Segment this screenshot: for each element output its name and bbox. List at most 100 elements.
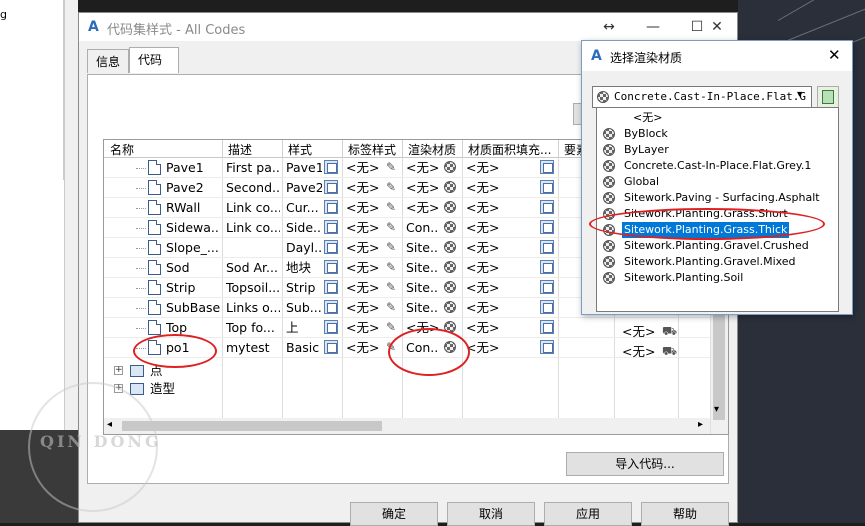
feature-cell[interactable]: <无> ⛟ xyxy=(618,322,678,342)
cell-description[interactable]: Sod Ar... xyxy=(226,259,280,277)
material-option[interactable]: Concrete.Cast-In-Place.Flat.Grey.1 xyxy=(597,158,838,174)
popup-title-bar[interactable]: A 选择渲染材质 ✕ xyxy=(582,41,852,71)
cell-description[interactable] xyxy=(226,239,280,257)
cell-style[interactable]: Pave2 xyxy=(286,179,322,197)
edit-pen-icon[interactable]: ✎ xyxy=(386,300,396,314)
material-option[interactable]: Global xyxy=(597,174,838,190)
cell-area-fill[interactable]: <无> xyxy=(466,259,506,277)
cell-render-material[interactable]: <无> xyxy=(406,159,438,177)
cell-area-fill[interactable]: <无> xyxy=(466,159,506,177)
cell-area-fill[interactable]: <无> xyxy=(466,279,506,297)
ok-button[interactable]: 确定 xyxy=(350,502,438,526)
edit-pen-icon[interactable]: ✎ xyxy=(386,320,396,334)
material-icon[interactable] xyxy=(444,261,456,273)
cell-area-fill[interactable]: <无> xyxy=(466,299,506,317)
edit-pen-icon[interactable]: ✎ xyxy=(386,240,396,254)
truck-icon[interactable]: ⛟ xyxy=(662,344,677,360)
cell-render-material[interactable]: Site... xyxy=(406,299,438,317)
cell-name[interactable]: Pave2 xyxy=(166,179,220,197)
tree-node-shape[interactable]: + 造型 xyxy=(112,380,312,398)
column-header-name[interactable]: 名称 xyxy=(110,141,134,158)
material-option[interactable]: Sitework.Planting.Gravel.Crushed xyxy=(597,238,838,254)
material-icon[interactable] xyxy=(444,201,456,213)
cell-description[interactable]: Second... xyxy=(226,179,280,197)
fill-picker-icon[interactable] xyxy=(540,200,554,214)
cell-label-style[interactable]: <无> xyxy=(346,319,382,337)
cell-style[interactable]: 上 xyxy=(286,319,322,337)
cell-render-material[interactable]: <无> xyxy=(406,179,438,197)
truck-icon[interactable]: ⛟ xyxy=(662,324,677,340)
material-icon[interactable] xyxy=(444,161,456,173)
cell-label-style[interactable]: <无> xyxy=(346,219,382,237)
cell-area-fill[interactable]: <无> xyxy=(466,319,506,337)
help-button[interactable]: 帮助 xyxy=(641,502,729,526)
cell-style[interactable]: Sub... xyxy=(286,299,322,317)
edit-pen-icon[interactable]: ✎ xyxy=(386,260,396,274)
cell-area-fill[interactable]: <无> xyxy=(466,339,506,357)
column-header-area-fill[interactable]: 材质面积填充... xyxy=(468,141,551,158)
material-option[interactable]: Sitework.Planting.Soil xyxy=(597,270,838,286)
style-picker-icon[interactable] xyxy=(324,240,338,254)
tree-node-points[interactable]: + 点 xyxy=(112,362,312,380)
fill-picker-icon[interactable] xyxy=(540,160,554,174)
import-codes-button[interactable]: 导入代码... xyxy=(566,452,724,476)
cell-name[interactable]: Sod xyxy=(166,259,220,277)
cell-label-style[interactable]: <无> xyxy=(346,179,382,197)
cell-style[interactable]: Side... xyxy=(286,219,322,237)
column-header-label-style[interactable]: 标签样式 xyxy=(348,141,396,158)
cell-area-fill[interactable]: <无> xyxy=(466,219,506,237)
style-picker-icon[interactable] xyxy=(324,180,338,194)
fill-picker-icon[interactable] xyxy=(540,300,554,314)
cell-render-material[interactable]: Site... xyxy=(406,239,438,257)
cell-style[interactable]: 地块 xyxy=(286,259,322,277)
material-option[interactable]: <无> xyxy=(597,110,838,126)
edit-pen-icon[interactable]: ✎ xyxy=(386,200,396,214)
cell-render-material[interactable]: Site... xyxy=(406,279,438,297)
edit-pen-icon[interactable]: ✎ xyxy=(386,220,396,234)
cell-name[interactable]: Sidewa... xyxy=(166,219,220,237)
expand-icon[interactable]: + xyxy=(114,366,123,375)
style-picker-icon[interactable] xyxy=(324,220,338,234)
fill-picker-icon[interactable] xyxy=(540,220,554,234)
material-icon[interactable] xyxy=(444,181,456,193)
cell-name[interactable]: Slope_... xyxy=(166,239,220,257)
edit-pen-icon[interactable]: ✎ xyxy=(386,160,396,174)
style-picker-icon[interactable] xyxy=(324,200,338,214)
cell-render-material[interactable]: <无> xyxy=(406,199,438,217)
column-header-render-material[interactable]: 渲染材质 xyxy=(408,141,456,158)
cell-label-style[interactable]: <无> xyxy=(346,199,382,217)
cell-style[interactable]: Strip xyxy=(286,279,322,297)
cell-name[interactable]: SubBase xyxy=(166,299,220,317)
cell-description[interactable]: Links o... xyxy=(226,299,280,317)
chevron-down-icon[interactable]: ▾ xyxy=(797,89,802,100)
cell-label-style[interactable]: <无> xyxy=(346,279,382,297)
cell-description[interactable]: Link co... xyxy=(226,219,280,237)
cell-label-style[interactable]: <无> xyxy=(346,339,382,357)
horizontal-scroll-thumb[interactable] xyxy=(122,421,382,431)
edit-pen-icon[interactable]: ✎ xyxy=(386,180,396,194)
cell-style[interactable]: Basic xyxy=(286,339,322,357)
close-icon[interactable]: ✕ xyxy=(828,46,841,64)
material-icon[interactable] xyxy=(444,221,456,233)
cell-description[interactable]: Topsoil... xyxy=(226,279,280,297)
material-option[interactable]: ByLayer xyxy=(597,142,838,158)
cell-label-style[interactable]: <无> xyxy=(346,259,382,277)
column-header-style[interactable]: 样式 xyxy=(288,141,312,158)
style-picker-icon[interactable] xyxy=(324,260,338,274)
cell-render-material[interactable]: Con... xyxy=(406,219,438,237)
material-combo[interactable]: Concrete.Cast-In-Place.Flat.G ▾ xyxy=(592,86,812,108)
title-bar[interactable]: A 代码集样式 - All Codes ↔ — ☐ ✕ xyxy=(79,13,737,41)
apply-button[interactable]: 应用 xyxy=(544,502,632,526)
material-icon[interactable] xyxy=(444,301,456,313)
fill-picker-icon[interactable] xyxy=(540,180,554,194)
style-picker-icon[interactable] xyxy=(324,340,338,354)
scroll-right-icon[interactable]: ▸ xyxy=(698,419,703,430)
cell-description[interactable]: Link co... xyxy=(226,199,280,217)
style-picker-icon[interactable] xyxy=(324,160,338,174)
edit-pen-icon[interactable]: ✎ xyxy=(386,280,396,294)
fill-picker-icon[interactable] xyxy=(540,280,554,294)
cell-label-style[interactable]: <无> xyxy=(346,299,382,317)
material-option[interactable]: Sitework.Planting.Gravel.Mixed xyxy=(597,254,838,270)
column-header-description[interactable]: 描述 xyxy=(228,141,252,158)
cell-style[interactable]: Cur... xyxy=(286,199,322,217)
